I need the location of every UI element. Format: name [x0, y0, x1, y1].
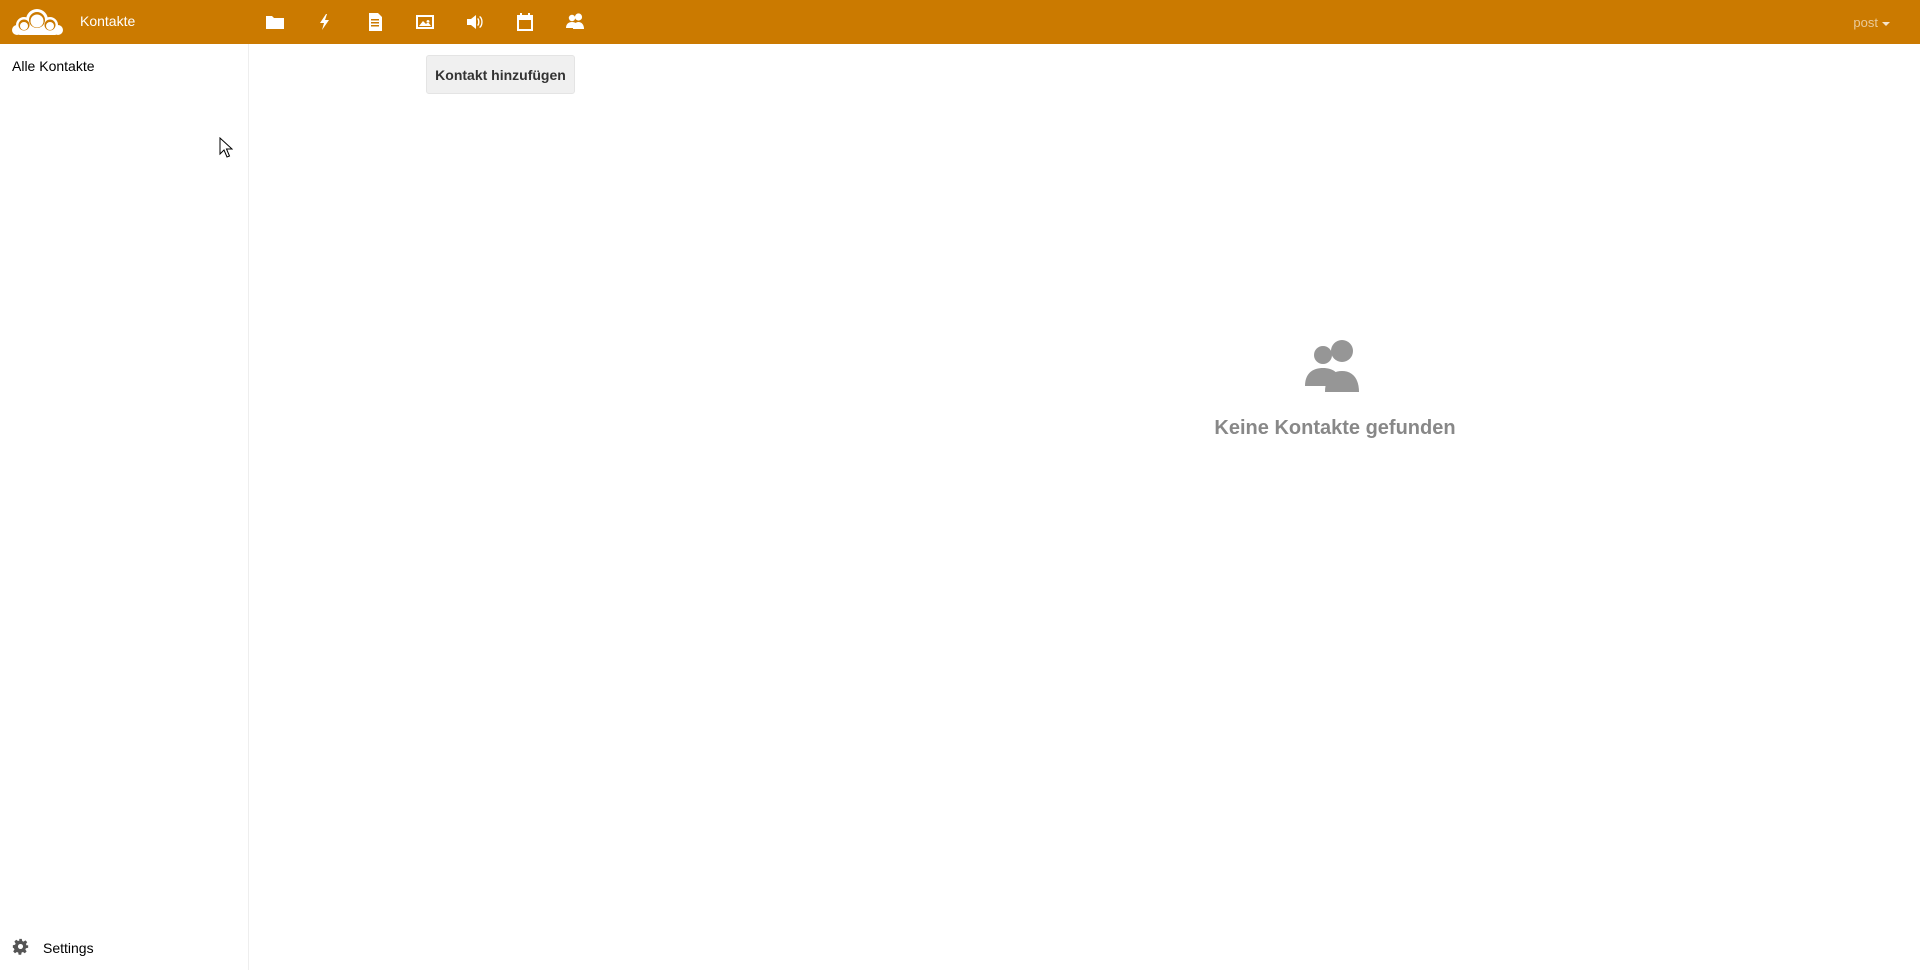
document-icon[interactable] [364, 11, 386, 33]
speaker-icon[interactable] [464, 11, 486, 33]
settings-label: Settings [43, 940, 94, 956]
user-name: post [1853, 15, 1878, 30]
folder-icon[interactable] [264, 11, 286, 33]
lightning-icon[interactable] [314, 11, 336, 33]
add-contact-button[interactable]: Kontakt hinzufügen [426, 55, 575, 94]
settings-button[interactable]: Settings [12, 938, 94, 958]
user-menu[interactable]: post [1853, 15, 1890, 30]
caret-down-icon [1882, 21, 1890, 26]
sidebar: Alle Kontakte Settings [0, 44, 249, 970]
calendar-icon[interactable] [514, 11, 536, 33]
contacts-icon[interactable] [564, 11, 586, 33]
empty-state-message: Keine Kontakte gefunden [1214, 417, 1456, 439]
image-icon[interactable] [414, 11, 436, 33]
sidebar-item-all-contacts[interactable]: Alle Kontakte [12, 58, 95, 74]
owncloud-logo-icon[interactable] [11, 7, 63, 35]
top-header: Kontakte post [0, 0, 1920, 44]
gear-icon [12, 938, 29, 958]
app-title[interactable]: Kontakte [80, 13, 135, 29]
mouse-cursor-icon [219, 136, 234, 159]
empty-state: Keine Kontakte gefunden [1180, 338, 1490, 440]
contacts-icon [1303, 338, 1367, 403]
